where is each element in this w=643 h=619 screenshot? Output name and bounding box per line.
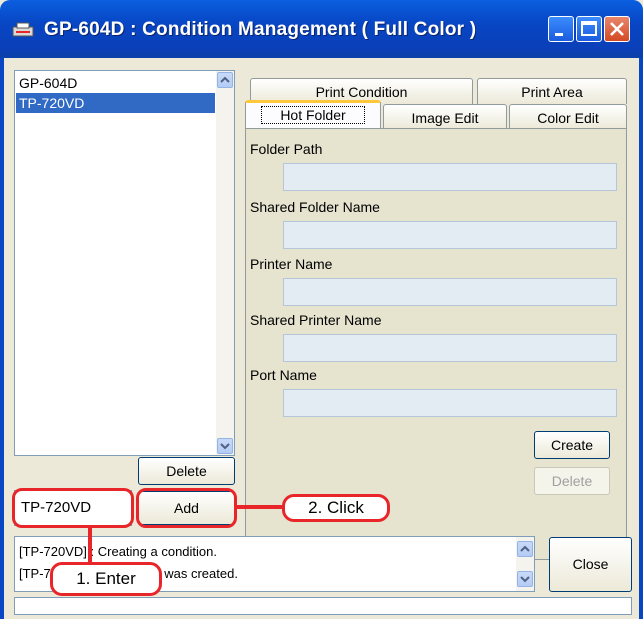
shared-printer-name-label: Shared Printer Name: [250, 312, 382, 328]
status-bar: [14, 597, 632, 615]
scroll-down-button[interactable]: [217, 438, 233, 454]
printer-icon: [12, 22, 34, 37]
close-button[interactable]: Close: [549, 537, 632, 592]
create-button[interactable]: Create: [534, 431, 610, 459]
enter-highlight: [12, 488, 134, 528]
tab-control: Print Condition Print Area Hot Folder Im…: [237, 68, 632, 560]
list-scrollbar[interactable]: [216, 71, 234, 455]
minimize-icon: [555, 33, 563, 36]
list-item-selected[interactable]: TP-720VD: [16, 93, 215, 113]
scroll-up-button[interactable]: [517, 541, 533, 557]
title-bar[interactable]: GP-604D : Condition Management ( Full Co…: [0, 0, 643, 58]
tab-image-edit[interactable]: Image Edit: [383, 104, 507, 129]
click-highlight: [136, 488, 237, 528]
tab-print-area[interactable]: Print Area: [477, 78, 627, 104]
enter-callout-line: [88, 528, 92, 564]
chevron-down-icon: [520, 576, 530, 583]
list-item[interactable]: GP-604D: [16, 73, 215, 93]
condition-list[interactable]: GP-604D TP-720VD: [14, 70, 235, 456]
delete-condition-button[interactable]: Delete: [138, 457, 235, 485]
shared-printer-name-field[interactable]: [283, 334, 617, 362]
chevron-up-icon: [520, 545, 530, 552]
condition-management-window: GP-604D : Condition Management ( Full Co…: [0, 0, 643, 619]
message-scrollbar[interactable]: [516, 537, 534, 591]
minimize-button[interactable]: [548, 16, 574, 42]
tab-hot-folder[interactable]: Hot Folder: [245, 100, 381, 129]
close-icon: [610, 22, 624, 36]
message-line: [TP-720VD] : Creating a condition.: [19, 544, 217, 559]
chevron-up-icon: [220, 76, 230, 83]
port-name-label: Port Name: [250, 367, 317, 383]
maximize-button[interactable]: [576, 16, 602, 42]
enter-callout: 1. Enter: [50, 562, 162, 596]
window-title: GP-604D : Condition Management ( Full Co…: [44, 19, 477, 40]
tab-hot-folder-label: Hot Folder: [261, 106, 365, 124]
chevron-down-icon: [220, 443, 230, 450]
maximize-icon: [581, 21, 597, 36]
shared-folder-name-label: Shared Folder Name: [250, 199, 380, 215]
scroll-down-button[interactable]: [517, 571, 533, 587]
printer-name-field[interactable]: [283, 278, 617, 306]
folder-path-label: Folder Path: [250, 141, 323, 157]
printer-name-label: Printer Name: [250, 256, 333, 272]
close-window-button[interactable]: [604, 16, 630, 42]
folder-path-field[interactable]: [283, 163, 617, 191]
click-callout: 2. Click: [282, 494, 390, 522]
port-name-field[interactable]: [283, 389, 617, 417]
scroll-up-button[interactable]: [217, 72, 233, 88]
delete-hotfolder-button[interactable]: Delete: [534, 467, 610, 495]
click-callout-line: [237, 505, 283, 509]
shared-folder-name-field[interactable]: [283, 221, 617, 249]
tab-color-edit[interactable]: Color Edit: [509, 104, 627, 129]
